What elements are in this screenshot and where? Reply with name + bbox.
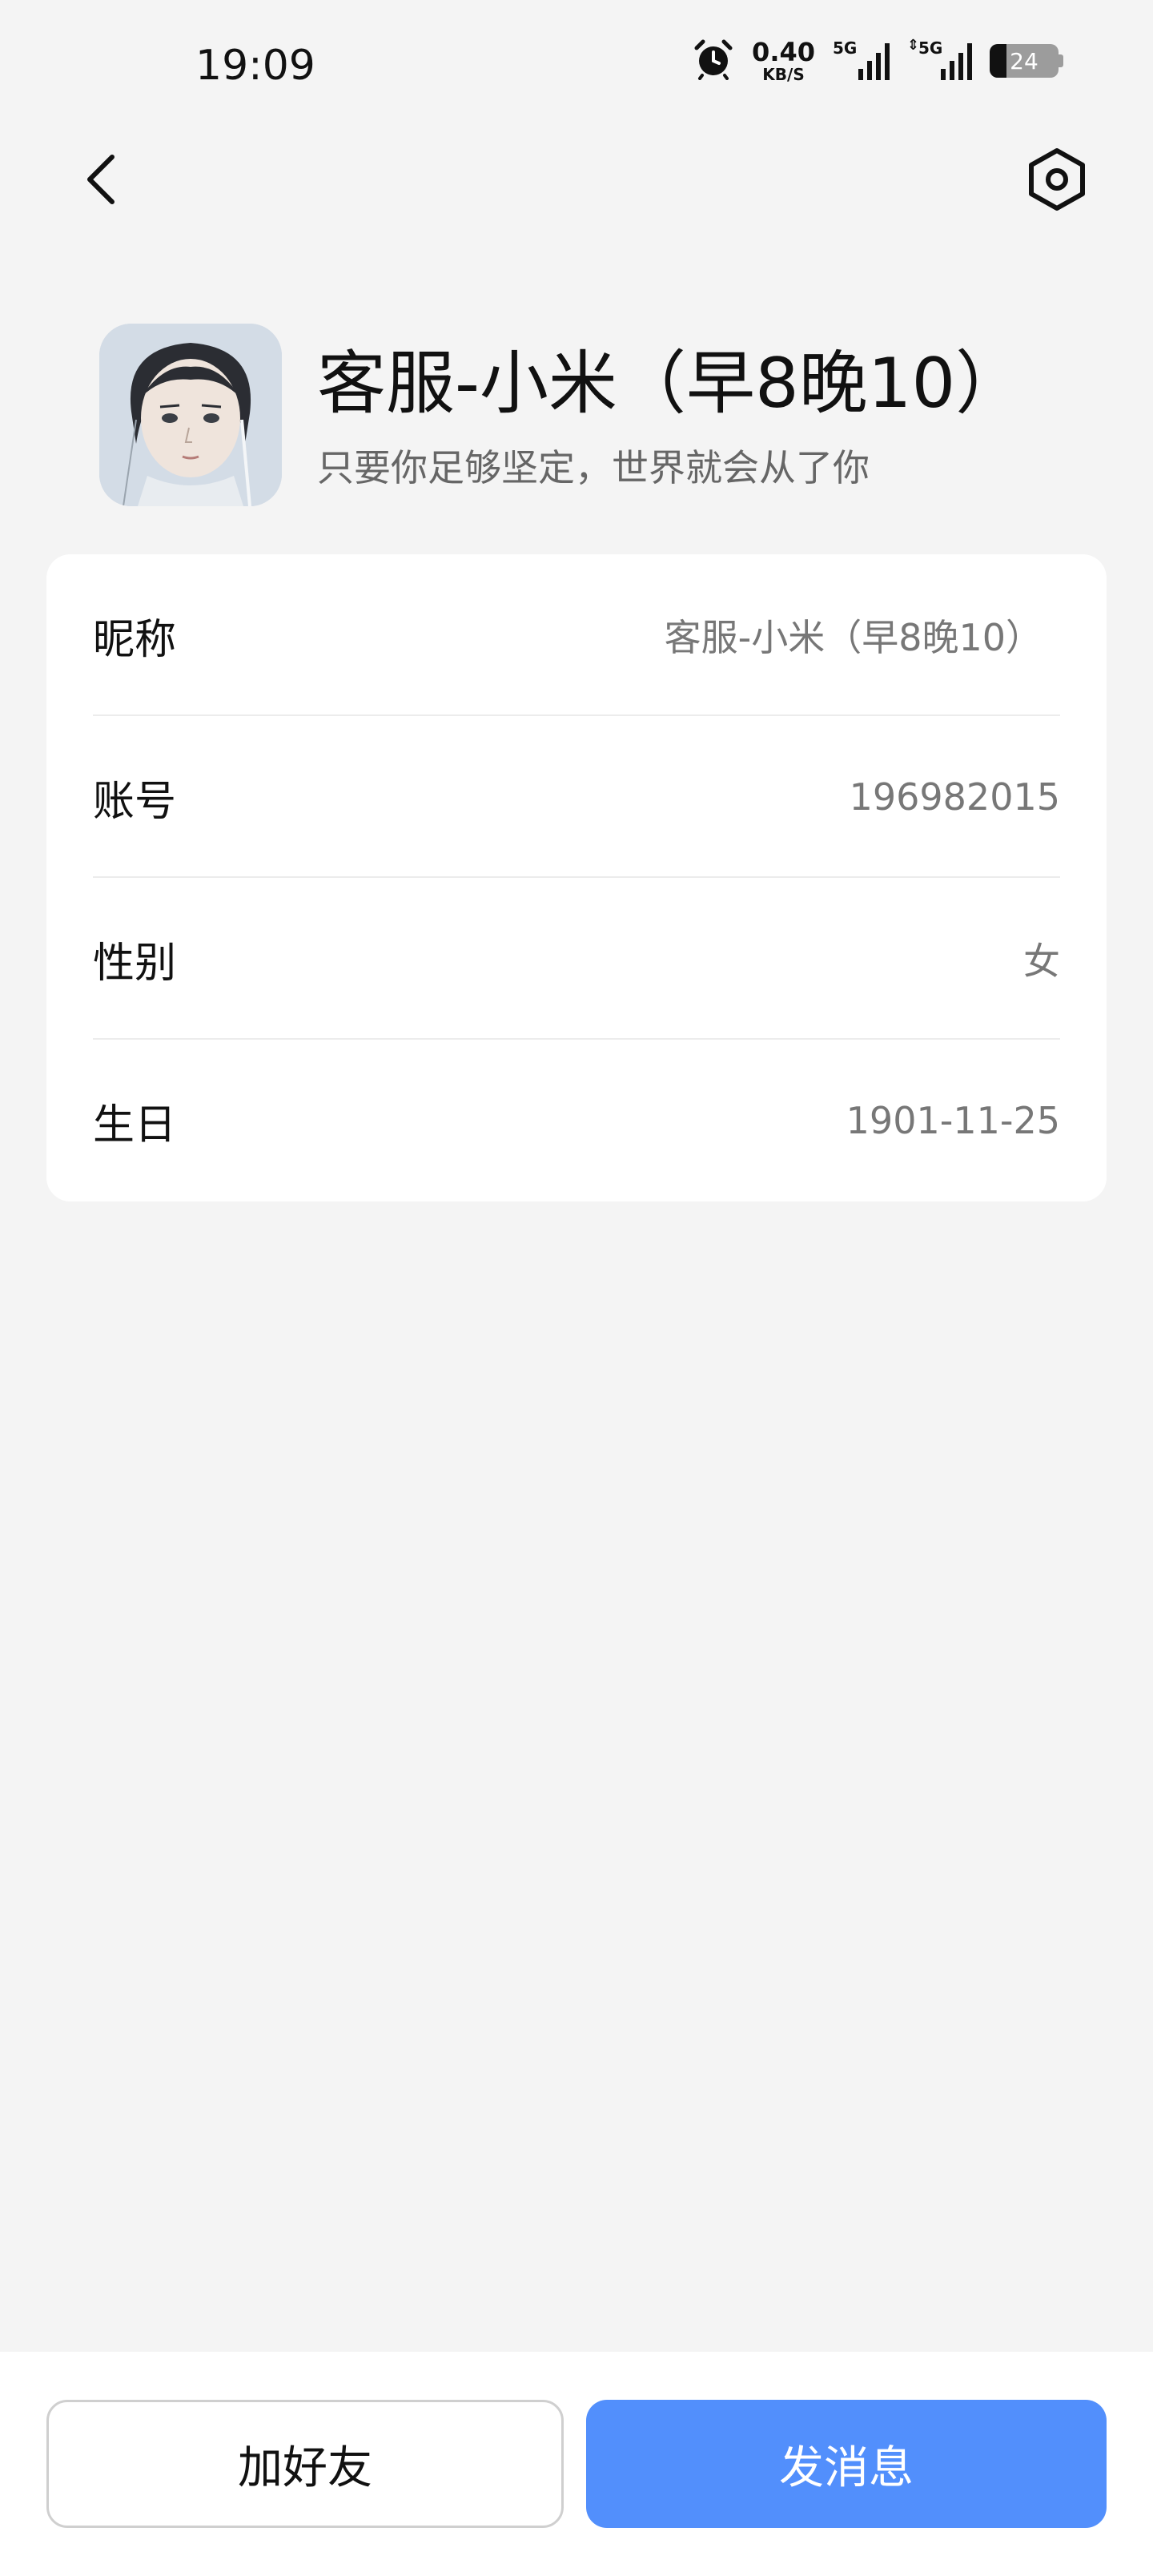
network-speed: 0.40 KB/S — [752, 39, 815, 83]
info-row-value: 客服-小米（早8晚10） — [664, 616, 1043, 659]
signal-sim1-icon: 5G — [833, 38, 890, 80]
profile-signature: 只要你足够坚定，世界就会从了你 — [317, 446, 870, 489]
battery-icon: 24 — [990, 44, 1063, 78]
status-time: 19:09 — [195, 42, 315, 90]
network-speed-value: 0.40 — [752, 37, 815, 67]
network-speed-unit: KB/S — [762, 65, 805, 84]
status-bar: 19:09 0.40 KB/S 5G 5G ⇕ 24 — [0, 0, 1153, 128]
add-friend-button[interactable]: 加好友 — [46, 2400, 564, 2528]
info-row-gender[interactable]: 性别 女 — [93, 878, 1107, 1040]
info-row-value: 196982015 — [849, 775, 1060, 819]
alarm-icon — [693, 38, 734, 83]
avatar[interactable] — [99, 324, 282, 506]
chevron-left-icon — [77, 155, 128, 218]
send-message-button[interactable]: 发消息 — [586, 2400, 1107, 2528]
info-row-birthday[interactable]: 生日 1901-11-25 — [93, 1040, 1107, 1201]
battery-level: 24 — [1010, 47, 1039, 74]
signal-sim2-icon: 5G ⇕ — [907, 37, 972, 80]
info-row-nickname[interactable]: 昵称 客服-小米（早8晚10） — [93, 554, 1107, 716]
info-row-label: 账号 — [93, 777, 177, 826]
profile-name: 客服-小米（早8晚10） — [317, 344, 1025, 424]
info-card: 昵称 客服-小米（早8晚10） 账号 196982015 性别 女 生日 190… — [46, 554, 1107, 1201]
info-row-value: 1901-11-25 — [846, 1099, 1060, 1142]
info-row-label: 生日 — [93, 1101, 177, 1149]
status-icons: 0.40 KB/S 5G 5G ⇕ 24 — [693, 38, 1063, 83]
info-row-value: 女 — [1023, 940, 1060, 983]
info-row-account[interactable]: 账号 196982015 — [93, 716, 1107, 878]
sim2-network-label: 5G — [918, 38, 943, 58]
back-button[interactable] — [77, 144, 128, 215]
data-arrows-icon: ⇕ — [907, 37, 920, 54]
sim1-network-label: 5G — [833, 38, 858, 58]
settings-button[interactable] — [1022, 144, 1092, 215]
info-row-label: 昵称 — [93, 615, 177, 664]
info-row-label: 性别 — [93, 939, 177, 988]
settings-hexagon-icon — [1022, 148, 1092, 218]
